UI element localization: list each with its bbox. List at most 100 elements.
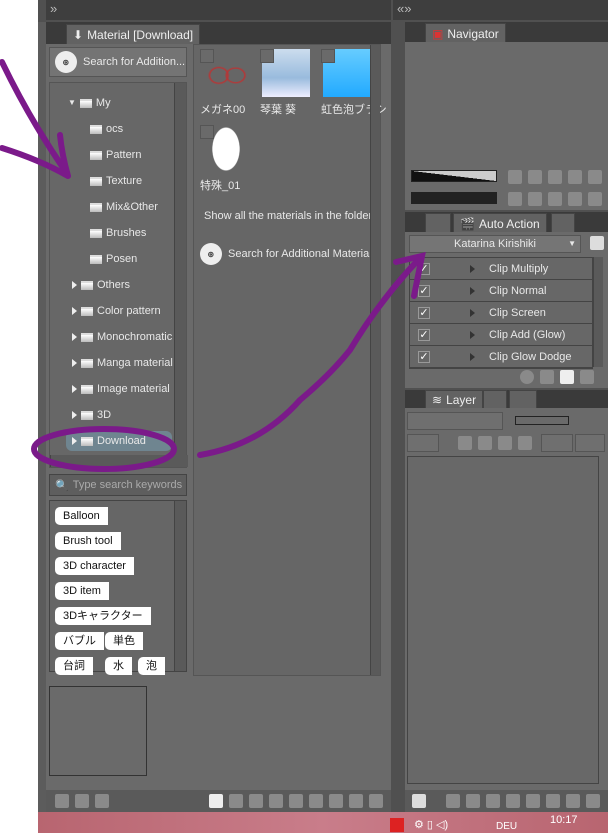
rotate-slider[interactable] [411, 192, 497, 204]
tab-layer-search[interactable] [509, 390, 537, 408]
left-dock-bar[interactable]: » [46, 0, 391, 20]
replace-icon[interactable] [329, 794, 343, 808]
tag-button[interactable]: バブル [55, 632, 104, 650]
search-additional-button[interactable]: ၜ Search for Addition... [49, 47, 187, 77]
tree-item-monochromatic-p[interactable]: Monochromatic p [72, 327, 175, 347]
tree-vertical-scrollbar[interactable] [174, 83, 186, 455]
tree-item-manga-material[interactable]: Manga material [72, 353, 173, 373]
tab-other[interactable] [551, 213, 575, 233]
tree-item-pattern[interactable]: Pattern [90, 145, 141, 165]
tree-item-download[interactable]: Download [66, 431, 172, 451]
right-dock-bar[interactable]: «» [393, 0, 608, 20]
layer-stack-icon[interactable] [412, 794, 426, 808]
expand-arrow-icon[interactable] [72, 437, 77, 445]
play-icon[interactable] [540, 370, 554, 384]
flip-icon[interactable] [568, 170, 582, 184]
material-checkbox[interactable] [200, 125, 214, 139]
expand-arrow-icon[interactable] [470, 286, 475, 295]
tree-item-my[interactable]: ▼ My [68, 93, 111, 113]
merge-down-icon[interactable] [506, 794, 520, 808]
reset-rotate-icon[interactable] [548, 192, 562, 206]
expand-arrow-icon[interactable] [470, 264, 475, 273]
action-checkbox[interactable]: ✓ [418, 262, 430, 275]
zoom-slider[interactable] [411, 170, 497, 182]
tree-item-texture[interactable]: Texture [90, 171, 142, 191]
search-additional-materials-link[interactable]: ၜ Search for Additional Materials [200, 243, 377, 265]
tray-icons[interactable]: ⚙ ▯ ◁) [414, 818, 448, 831]
tag-button[interactable]: 3Dキャラクター [55, 607, 151, 625]
fit-icon[interactable] [548, 170, 562, 184]
tray-app-icon[interactable] [390, 818, 404, 832]
tree-item-others[interactable]: Others [72, 275, 130, 295]
flip-vertical-icon[interactable] [588, 170, 602, 184]
lock-icon[interactable] [498, 436, 512, 450]
action-scrollbar[interactable] [593, 257, 603, 367]
detail-view-icon[interactable] [229, 794, 243, 808]
expand-arrow-icon[interactable] [72, 359, 77, 367]
language-indicator[interactable]: DEU [496, 821, 517, 832]
action-row[interactable]: ✓ Clip Add (Glow) [410, 324, 592, 346]
tag-button[interactable]: 3D item [55, 582, 109, 600]
tag-button[interactable]: Brush tool [55, 532, 121, 550]
tab-tool-property[interactable] [425, 213, 451, 233]
action-set-dropdown[interactable]: Katarina Kirishiki ▼ [409, 235, 581, 253]
reference-icon[interactable] [478, 436, 492, 450]
ruler-dropdown[interactable] [575, 434, 605, 452]
tag-button[interactable]: Balloon [55, 507, 108, 525]
tag-button[interactable]: 台詞 [55, 657, 93, 675]
expand-arrow-icon[interactable] [72, 333, 77, 341]
expand-arrow-icon[interactable] [72, 411, 77, 419]
action-checkbox[interactable]: ✓ [418, 284, 430, 297]
trash-icon[interactable] [369, 794, 383, 808]
material-checkbox[interactable] [321, 49, 335, 63]
rotate-right-icon[interactable] [528, 192, 542, 206]
tab-navigator[interactable]: ▣ Navigator [425, 23, 506, 43]
expand-arrow-icon[interactable] [72, 281, 77, 289]
expand-arrow-icon[interactable] [470, 308, 475, 317]
action-checkbox[interactable]: ✓ [418, 328, 430, 341]
tree-item-image-material[interactable]: Image material [72, 379, 170, 399]
content-scrollbar[interactable] [370, 45, 380, 675]
clock[interactable]: 10:17 [550, 814, 578, 826]
tree-item-brushes[interactable]: Brushes [90, 223, 146, 243]
tab-auto-action[interactable]: 🎬 Auto Action [453, 213, 547, 233]
material-checkbox[interactable] [260, 49, 274, 63]
tree-item-3d[interactable]: 3D [72, 405, 111, 425]
zoom-in-icon[interactable] [528, 170, 542, 184]
action-row[interactable]: ✓ Clip Normal [410, 280, 592, 302]
expanded-arrow-icon[interactable]: ▼ [68, 93, 76, 113]
new-vector-layer-icon[interactable] [466, 794, 480, 808]
tab-layer-property[interactable] [483, 390, 507, 408]
new-folder-icon[interactable] [55, 794, 69, 808]
flip-v-icon[interactable] [588, 192, 602, 206]
folder-icon[interactable] [75, 794, 89, 808]
rotate-left-icon[interactable] [508, 192, 522, 206]
layer-list[interactable] [407, 456, 599, 784]
new-folder-icon[interactable] [486, 794, 500, 808]
tag-scrollbar[interactable] [174, 501, 186, 671]
delete-folder-icon[interactable] [95, 794, 109, 808]
new-action-icon[interactable] [560, 370, 574, 384]
color-dropdown[interactable] [407, 434, 439, 452]
trash-icon[interactable] [586, 794, 600, 808]
show-all-link[interactable]: Show all the materials in the folder. [204, 210, 375, 222]
zoom-out-icon[interactable] [508, 170, 522, 184]
expand-arrow-icon[interactable] [470, 330, 475, 339]
new-layer-icon[interactable] [446, 794, 460, 808]
record-icon[interactable] [520, 370, 534, 384]
tree-item-color-pattern[interactable]: Color pattern [72, 301, 161, 321]
action-row[interactable]: ✓ Clip Multiply [410, 258, 592, 280]
mask-dropdown[interactable] [541, 434, 573, 452]
clip-icon[interactable] [458, 436, 472, 450]
merge-icon[interactable] [526, 794, 540, 808]
settings-icon[interactable] [349, 794, 363, 808]
lock-alpha-icon[interactable] [518, 436, 532, 450]
small-grid-icon[interactable] [269, 794, 283, 808]
action-row[interactable]: ✓ Clip Screen [410, 302, 592, 324]
tag-button[interactable]: 単色 [105, 632, 143, 650]
tab-material[interactable]: ⬇ Material [Download] [66, 24, 201, 44]
set-menu-icon[interactable] [590, 236, 604, 250]
trash-icon[interactable] [580, 370, 594, 384]
tag-button[interactable]: 3D character [55, 557, 134, 575]
tag-button[interactable]: 水 [105, 657, 132, 675]
